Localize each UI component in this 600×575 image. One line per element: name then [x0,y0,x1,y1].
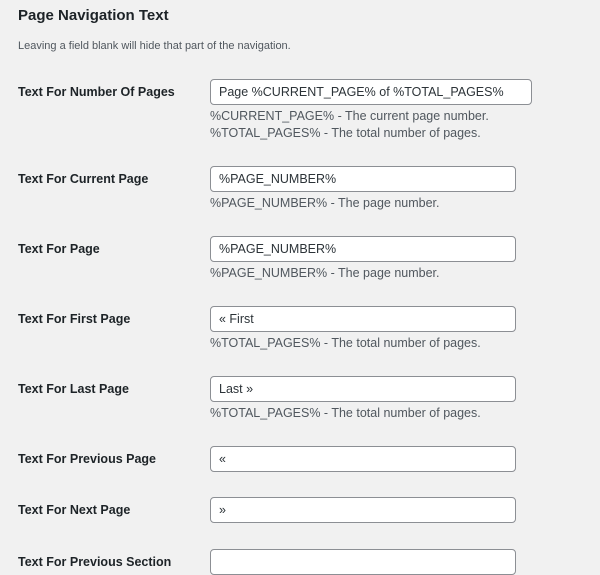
field-label-number-of-pages: Text For Number Of Pages [18,85,175,99]
field-label-first-page: Text For First Page [18,312,131,326]
first-page-input[interactable] [210,306,516,332]
page-input[interactable] [210,236,516,262]
number-of-pages-input[interactable] [210,79,532,105]
field-label-page: Text For Page [18,242,100,256]
field-help-total-pages-token: %TOTAL_PAGES% - The total number of page… [210,336,481,350]
last-page-input[interactable] [210,376,516,402]
field-label-current-page: Text For Current Page [18,172,149,186]
next-page-input[interactable] [210,497,516,523]
field-label-previous-section: Text For Previous Section [18,555,172,569]
section-description: Leaving a field blank will hide that par… [18,40,291,52]
field-label-last-page: Text For Last Page [18,382,129,396]
section-title: Page Navigation Text [18,7,169,24]
field-label-previous-page: Text For Previous Page [18,452,157,466]
field-label-next-page: Text For Next Page [18,503,131,517]
current-page-input[interactable] [210,166,516,192]
field-help-total-pages-token: %TOTAL_PAGES% - The total number of page… [210,126,481,140]
field-help-page-number-token: %PAGE_NUMBER% - The page number. [210,266,440,280]
field-help-current-page-token: %CURRENT_PAGE% - The current page number… [210,109,489,123]
field-help-total-pages-token: %TOTAL_PAGES% - The total number of page… [210,406,481,420]
field-help-page-number-token: %PAGE_NUMBER% - The page number. [210,196,440,210]
previous-page-input[interactable] [210,446,516,472]
previous-section-input[interactable] [210,549,516,575]
